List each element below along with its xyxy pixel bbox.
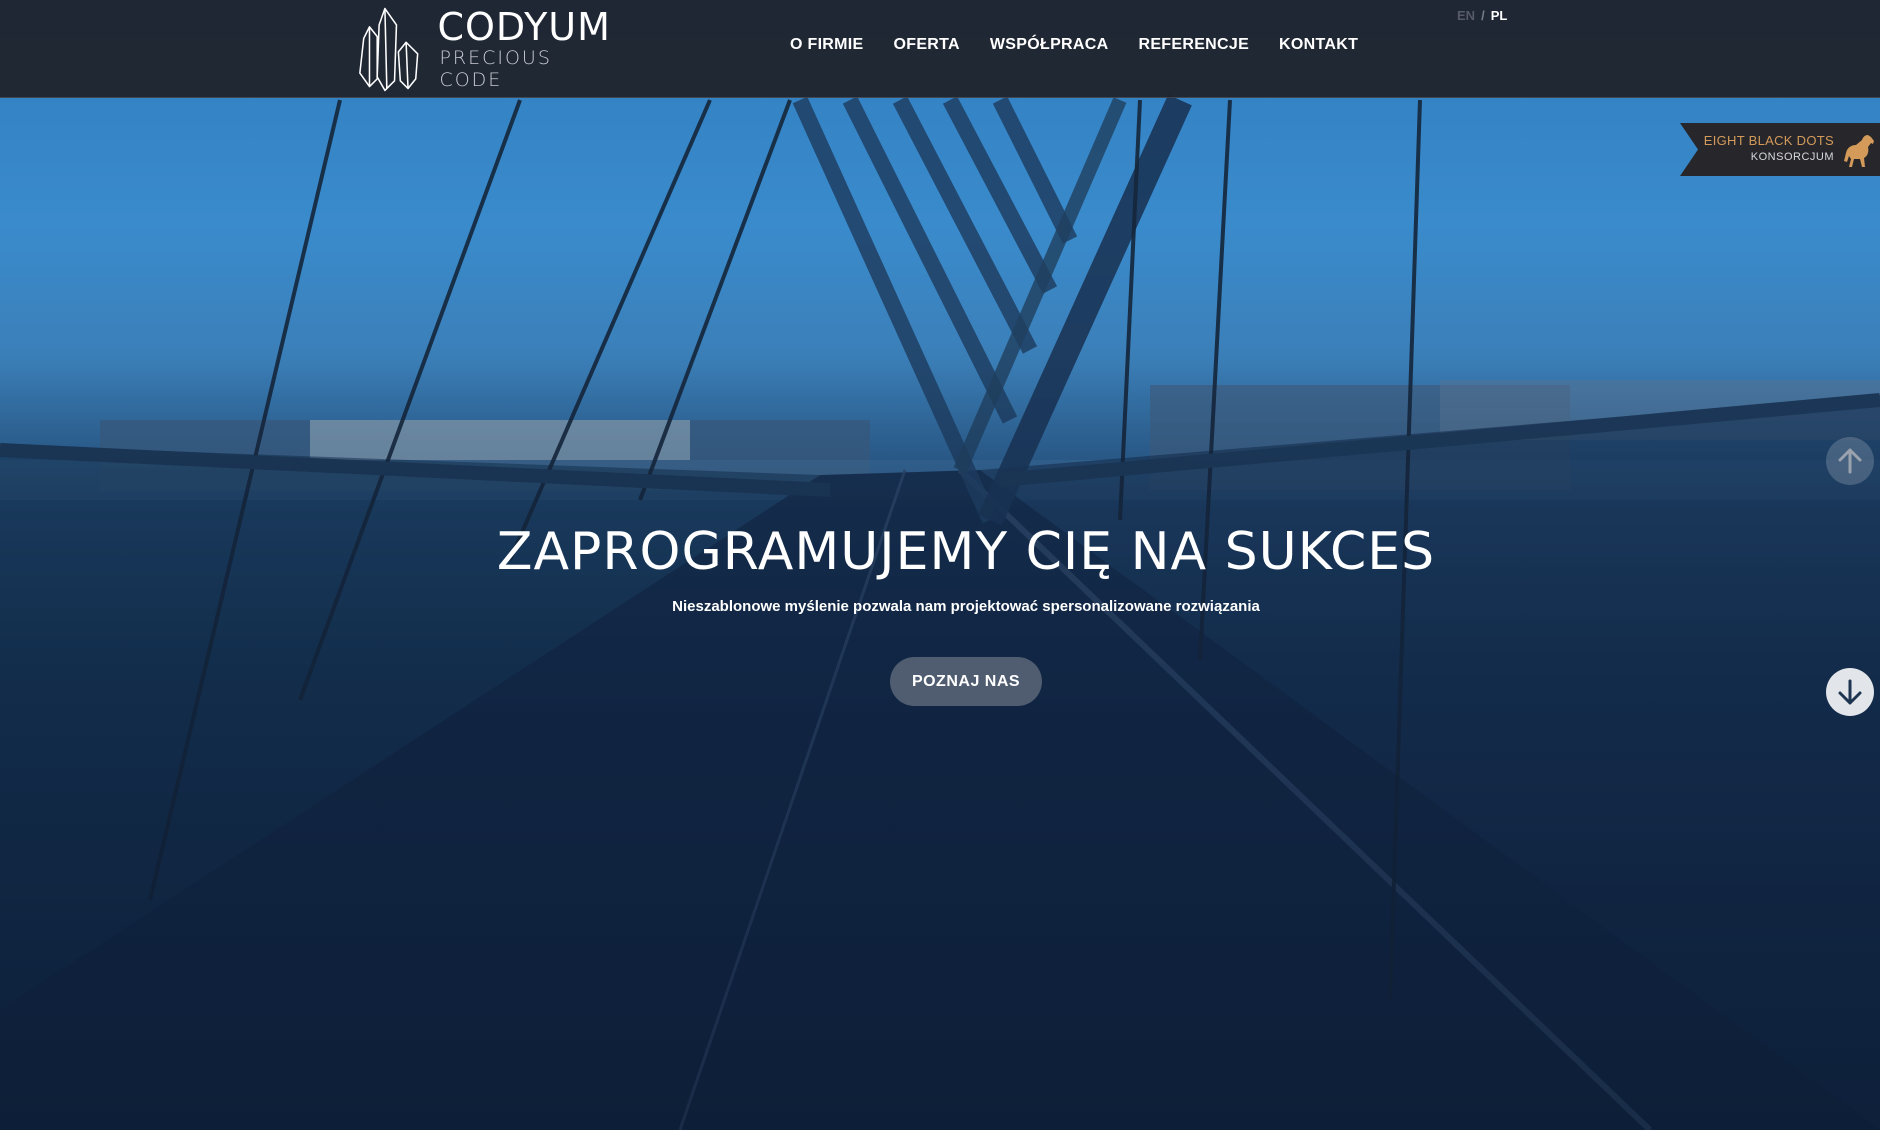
hero-subtitle: Nieszablonowe myślenie pozwala nam proje…: [672, 598, 1260, 615]
arrow-up-icon: [1838, 448, 1862, 474]
scroll-up-button[interactable]: [1826, 437, 1874, 485]
arrow-down-icon: [1838, 679, 1862, 705]
nav-item-wspolpraca[interactable]: WSPÓŁPRACA: [990, 36, 1109, 54]
logo[interactable]: CODYUM PRECIOUS CODE: [356, 4, 616, 94]
site-header: CODYUM PRECIOUS CODE O FIRMIE OFERTA WSP…: [0, 0, 1880, 98]
poznaj-nas-button[interactable]: POZNAJ NAS: [890, 657, 1042, 706]
partner-subtitle: KONSORCJUM: [1750, 151, 1834, 163]
brand-tagline: PRECIOUS CODE: [439, 47, 552, 91]
page: CODYUM PRECIOUS CODE O FIRMIE OFERTA WSP…: [0, 0, 1880, 1130]
language-switcher: EN / PL: [1457, 8, 1507, 23]
crystal-logo-icon: [359, 7, 419, 92]
brand-name: CODYUM: [437, 5, 611, 49]
hero-content: ZAPROGRAMUJEMY CIĘ NA SUKCES Nieszablono…: [0, 520, 1880, 706]
nav-item-o-firmie[interactable]: O FIRMIE: [790, 36, 864, 54]
nav-item-kontakt[interactable]: KONTAKT: [1279, 36, 1358, 54]
horse-icon: [1844, 135, 1874, 167]
scroll-down-button[interactable]: [1826, 668, 1874, 716]
partner-badge[interactable]: EIGHT BLACK DOTS KONSORCJUM: [1680, 123, 1880, 176]
nav-item-referencje[interactable]: REFERENCJE: [1138, 36, 1249, 54]
partner-title: EIGHT BLACK DOTS: [1703, 133, 1834, 148]
lang-pl-link[interactable]: PL: [1491, 8, 1508, 23]
hero-title: ZAPROGRAMUJEMY CIĘ NA SUKCES: [496, 522, 1436, 582]
nav-item-oferta[interactable]: OFERTA: [894, 36, 960, 54]
lang-separator: /: [1481, 8, 1485, 23]
lang-en-link[interactable]: EN: [1457, 8, 1475, 23]
main-nav: O FIRMIE OFERTA WSPÓŁPRACA REFERENCJE KO…: [790, 36, 1358, 54]
